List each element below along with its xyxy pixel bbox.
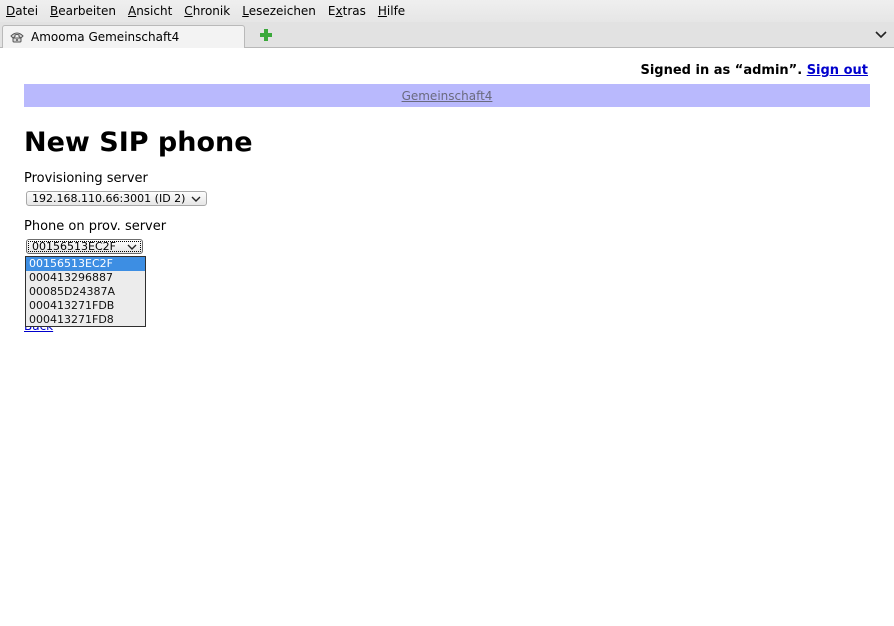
phone-select[interactable]: 00156513EC2F	[26, 239, 143, 254]
tab-title: Amooma Gemeinschaft4	[31, 30, 180, 44]
tab-amooma[interactable]: Amooma Gemeinschaft4	[2, 25, 245, 48]
plus-icon[interactable]	[258, 27, 274, 43]
dropdown-option[interactable]: 00156513EC2F	[26, 257, 145, 271]
tenant-link[interactable]: Gemeinschaft4	[402, 89, 493, 103]
signed-in-status: Signed in as “admin”. Sign out	[640, 63, 868, 78]
chevron-down-icon	[191, 192, 201, 205]
menu-datei[interactable]: Datei	[6, 4, 38, 18]
chevron-down-icon	[127, 240, 137, 253]
dropdown-option[interactable]: 000413296887	[26, 271, 145, 285]
menu-ansicht[interactable]: Ansicht	[128, 4, 172, 18]
dropdown-option[interactable]: 000413271FDB	[26, 299, 145, 313]
phone-icon	[9, 31, 25, 43]
dropdown-option[interactable]: 00085D24387A	[26, 285, 145, 299]
menu-extras[interactable]: Extras	[328, 4, 366, 18]
phone-on-prov-server-label: Phone on prov. server	[24, 219, 167, 234]
provisioning-server-value: 192.168.110.66:3001 (ID 2)	[32, 192, 186, 205]
tenant-bar: Gemeinschaft4	[24, 84, 870, 107]
phone-select-value: 00156513EC2F	[32, 240, 116, 253]
page-content: Signed in as “admin”. Sign out Gemeinsch…	[0, 48, 894, 626]
page-title: New SIP phone	[24, 127, 253, 158]
menu-lesezeichen[interactable]: Lesezeichen	[242, 4, 316, 18]
menu-bearbeiten[interactable]: Bearbeiten	[50, 4, 116, 18]
dropdown-option[interactable]: 000413271FD8	[26, 313, 145, 327]
signed-in-text: Signed in as “admin”.	[640, 63, 807, 78]
menu-bar: Datei Bearbeiten Ansicht Chronik Lesezei…	[0, 0, 894, 22]
provisioning-server-label: Provisioning server	[24, 171, 148, 186]
menu-hilfe[interactable]: Hilfe	[378, 4, 405, 18]
chevron-down-icon[interactable]	[874, 28, 888, 42]
sign-out-link[interactable]: Sign out	[807, 63, 868, 78]
provisioning-server-select[interactable]: 192.168.110.66:3001 (ID 2)	[26, 191, 207, 206]
menu-chronik[interactable]: Chronik	[184, 4, 230, 18]
phone-dropdown-list: 00156513EC2F 000413296887 00085D24387A 0…	[25, 256, 146, 327]
tab-strip: Amooma Gemeinschaft4	[0, 22, 894, 48]
